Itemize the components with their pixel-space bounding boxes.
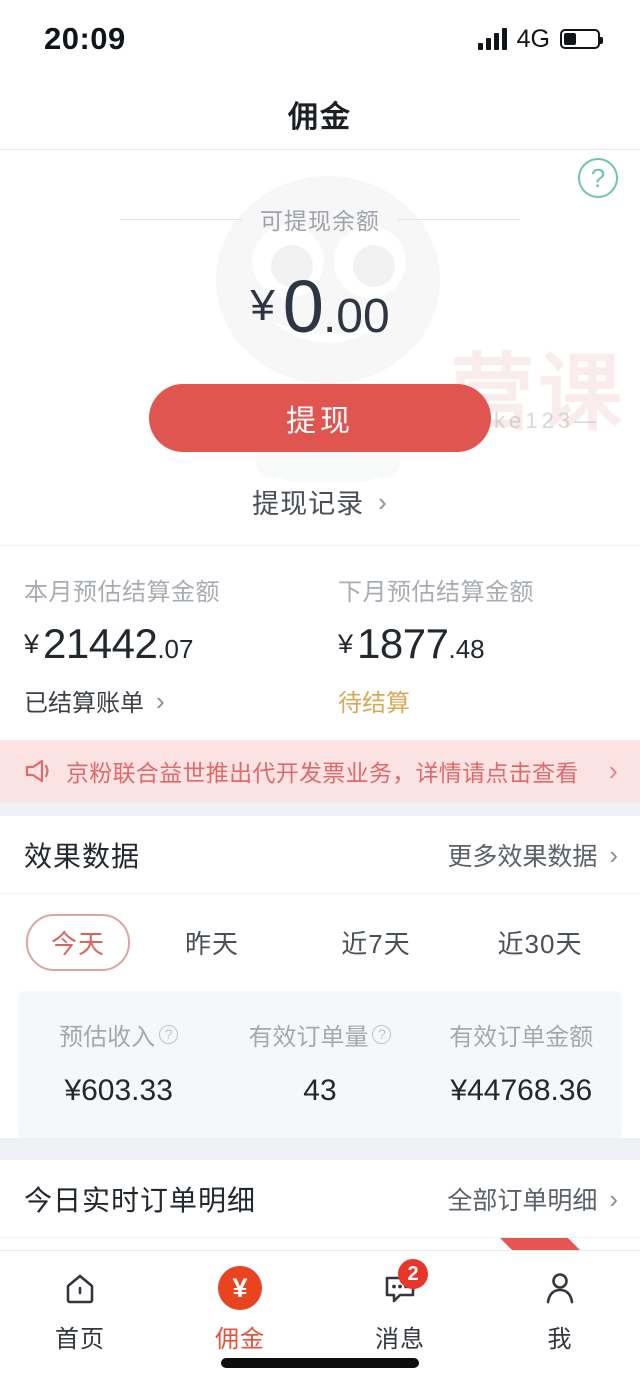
effect-data-section: 效果数据 更多效果数据 › 今天 昨天 近7天 近30天 预估收入 ? ¥603… xyxy=(0,816,640,1138)
period-tab-30days[interactable]: 近30天 xyxy=(458,924,622,961)
stat-value: 43 xyxy=(219,1074,420,1108)
tab-profile-label: 我 xyxy=(548,1319,573,1354)
stat-label-text: 有效订单量 xyxy=(248,1017,368,1052)
network-label: 4G xyxy=(517,25,550,54)
phone-screen: 20:09 4G 佣金 营课 —Quike123— ? 可提现余额 xyxy=(0,0,640,1386)
stat-label: 预估收入 ? xyxy=(59,1017,178,1052)
megaphone-icon xyxy=(24,758,54,784)
chevron-right-icon: › xyxy=(378,489,388,515)
divider-right xyxy=(398,219,520,220)
home-indicator xyxy=(221,1358,419,1368)
currency-symbol: ¥ xyxy=(338,629,353,659)
settlement-next-month: 下月预估结算金额 ¥1877.48 待结算 xyxy=(320,572,640,718)
period-tab-yesterday[interactable]: 昨天 xyxy=(130,924,294,961)
settlement-status-badge: 待结算 xyxy=(338,683,640,718)
more-effect-data-link[interactable]: 更多效果数据 › xyxy=(447,837,618,873)
balance-integer: 0 xyxy=(283,265,323,348)
nav-bar: 佣金 xyxy=(0,78,640,150)
divider-left xyxy=(120,219,242,220)
amount-integer: 1877 xyxy=(357,620,448,667)
notice-banner[interactable]: 京粉联合益世推出代开发票业务，详情请点击查看 › xyxy=(0,740,640,802)
stat-label: 有效订单金额 xyxy=(449,1017,593,1052)
yen-coin-icon: ¥ xyxy=(217,1265,263,1311)
stats-panel: 预估收入 ? ¥603.33 有效订单量 ? 43 有效订单金额 ¥44768.… xyxy=(18,991,622,1138)
period-tab-7days[interactable]: 近7天 xyxy=(294,924,458,961)
signal-bars-icon xyxy=(478,28,507,50)
effect-data-title: 效果数据 xyxy=(24,835,140,875)
settlement-current-month: 本月预估结算金额 ¥21442.07 已结算账单 › xyxy=(0,572,320,718)
amount-integer: 21442 xyxy=(43,620,157,667)
stat-value: ¥603.33 xyxy=(18,1074,219,1108)
stat-estimated-income: 预估收入 ? ¥603.33 xyxy=(18,1017,219,1108)
withdraw-records-link[interactable]: 提现记录 › xyxy=(0,482,640,521)
person-icon xyxy=(537,1265,583,1311)
balance-card: 营课 —Quike123— ? 可提现余额 ¥0.00 提现 提现记录 › xyxy=(0,150,640,545)
settlement-next-amount: ¥1877.48 xyxy=(338,623,640,665)
settlement-section: 本月预估结算金额 ¥21442.07 已结算账单 › 下月预估结算金额 ¥187… xyxy=(0,545,640,740)
chevron-right-icon: › xyxy=(609,842,618,868)
chevron-right-icon: › xyxy=(609,1186,618,1212)
tab-commission[interactable]: ¥ 佣金 xyxy=(160,1265,320,1354)
withdraw-button[interactable]: 提现 xyxy=(149,384,491,452)
more-effect-data-label: 更多效果数据 xyxy=(447,837,597,873)
withdraw-records-label: 提现记录 xyxy=(252,482,364,521)
period-tab-today[interactable]: 今天 xyxy=(26,914,130,971)
all-orders-link[interactable]: 全部订单明细 › xyxy=(447,1181,618,1217)
balance-label: 可提现余额 xyxy=(260,202,380,236)
tab-commission-label: 佣金 xyxy=(215,1319,265,1354)
period-tabs: 今天 昨天 近7天 近30天 xyxy=(0,894,640,985)
tab-profile[interactable]: 我 xyxy=(480,1265,640,1354)
notice-text: 京粉联合益世推出代开发票业务，详情请点击查看 xyxy=(66,754,597,788)
status-time: 20:09 xyxy=(44,21,126,57)
balance-label-row: 可提现余额 xyxy=(0,202,640,236)
balance-decimal: .00 xyxy=(323,290,390,343)
tab-home[interactable]: 首页 xyxy=(0,1265,160,1354)
question-mark-icon[interactable]: ? xyxy=(372,1025,391,1044)
effect-data-header: 效果数据 更多效果数据 › xyxy=(0,816,640,894)
stat-label-text: 预估收入 xyxy=(59,1017,155,1052)
orders-header: 今日实时订单明细 全部订单明细 › xyxy=(0,1160,640,1238)
tab-messages-label: 消息 xyxy=(375,1319,425,1354)
status-bar: 20:09 4G xyxy=(0,0,640,78)
stat-label-text: 有效订单金额 xyxy=(449,1017,593,1052)
chevron-right-icon: › xyxy=(609,755,618,787)
question-mark-icon[interactable]: ? xyxy=(578,158,618,198)
settlement-current-caption: 本月预估结算金额 xyxy=(24,572,320,607)
settled-bills-link[interactable]: 已结算账单 › xyxy=(24,683,320,718)
stat-label: 有效订单量 ? xyxy=(248,1017,391,1052)
currency-symbol: ¥ xyxy=(250,281,274,330)
amount-decimal: .48 xyxy=(448,634,484,664)
page-title: 佣金 xyxy=(288,92,352,136)
home-icon xyxy=(57,1265,103,1311)
currency-symbol: ¥ xyxy=(24,629,39,659)
stat-value: ¥44768.36 xyxy=(421,1074,622,1108)
settlement-current-amount: ¥21442.07 xyxy=(24,623,320,665)
settlement-next-caption: 下月预估结算金额 xyxy=(338,572,640,607)
stat-valid-order-count: 有效订单量 ? 43 xyxy=(219,1017,420,1108)
tab-home-label: 首页 xyxy=(55,1319,105,1354)
chevron-right-icon: › xyxy=(156,688,165,714)
message-badge: 2 xyxy=(398,1259,428,1289)
stat-valid-order-amount: 有效订单金额 ¥44768.36 xyxy=(421,1017,622,1108)
tab-messages[interactable]: 2 消息 xyxy=(320,1265,480,1354)
question-mark-icon[interactable]: ? xyxy=(159,1025,178,1044)
settled-bills-label: 已结算账单 xyxy=(24,683,144,718)
balance-amount: ¥0.00 xyxy=(0,270,640,344)
battery-icon xyxy=(560,29,600,49)
orders-title: 今日实时订单明细 xyxy=(24,1179,256,1219)
status-indicators: 4G xyxy=(478,25,600,54)
all-orders-label: 全部订单明细 xyxy=(447,1181,597,1217)
amount-decimal: .07 xyxy=(157,634,193,664)
